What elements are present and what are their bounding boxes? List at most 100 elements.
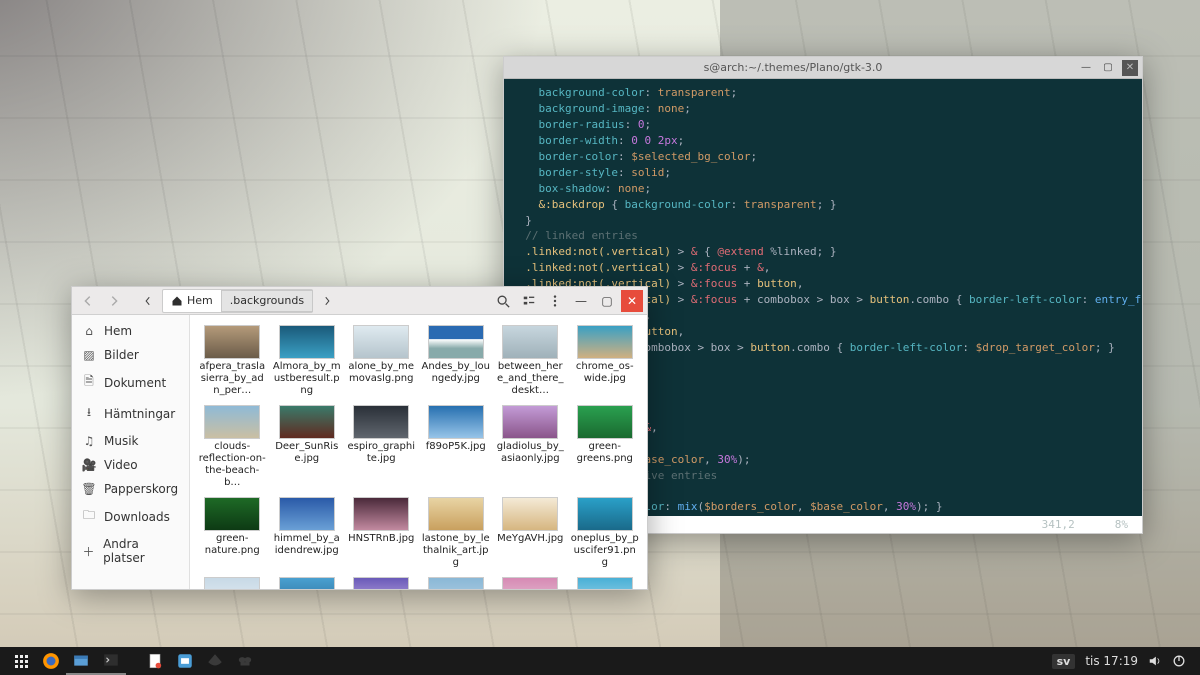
sidebar-item-label: Hämtningar	[104, 407, 175, 421]
sidebar-item-video[interactable]: 🎥Video	[72, 453, 189, 477]
file-name-label: HNSTRnB.jpg	[348, 533, 414, 545]
nav-back-button[interactable]	[76, 289, 100, 313]
sidebar-item-papperskorg[interactable]: 🗑Papperskorg	[72, 477, 189, 501]
power-menu-button[interactable]	[1172, 654, 1186, 668]
sidebar-item-dokument[interactable]: 🗎Dokument	[72, 367, 189, 398]
file-item[interactable]: Almora_by_mustberesult.png	[271, 323, 344, 399]
inkscape-launcher[interactable]	[200, 647, 230, 675]
file-item[interactable]: HNSTRnB.jpg	[345, 495, 418, 571]
app-launcher-1[interactable]	[170, 647, 200, 675]
terminal-icon	[102, 651, 120, 669]
file-item[interactable]: gladiolus_by_asiaonly.jpg	[494, 403, 567, 491]
file-item[interactable]: lastone_by_lethalnik_art.jpg	[420, 495, 493, 571]
file-item[interactable]: alone_by_memovaslg.png	[345, 323, 418, 399]
window-close-button[interactable]: ✕	[1122, 60, 1138, 76]
nav-forward-button[interactable]	[102, 289, 126, 313]
crumb-home[interactable]: Hem	[163, 290, 222, 312]
window-maximize-button[interactable]: ▢	[1100, 60, 1116, 76]
inkscape-icon	[206, 652, 224, 670]
file-item[interactable]: reflection_by_puscifer91.png	[420, 575, 493, 589]
keyboard-layout-indicator[interactable]: sv	[1052, 654, 1076, 669]
home-icon: ⌂	[82, 324, 96, 338]
home-icon	[171, 295, 183, 307]
thumbnail-icon	[279, 325, 335, 359]
image-icon: ▨	[82, 348, 96, 362]
terminal-title: s@arch:~/.themes/Plano/gtk-3.0	[508, 61, 1078, 74]
file-item[interactable]: himmel_by_aidendrew.jpg	[271, 495, 344, 571]
file-item[interactable]: chrome_os-wide.jpg	[569, 323, 642, 399]
thumbnail-icon	[428, 577, 484, 589]
document-icon	[146, 652, 164, 670]
window-minimize-button[interactable]: —	[569, 289, 593, 313]
firefox-launcher[interactable]	[36, 647, 66, 675]
thumbnail-icon	[353, 497, 409, 531]
power-icon	[1172, 654, 1186, 668]
path-forward-button[interactable]	[315, 289, 339, 313]
sidebar-item-label: Andra platser	[103, 537, 179, 565]
text-editor-launcher[interactable]	[140, 647, 170, 675]
thumbnail-icon	[428, 405, 484, 439]
search-icon	[496, 294, 510, 308]
file-name-label: Andes_by_loungedy.jpg	[422, 361, 491, 385]
file-item[interactable]: green-greens.png	[569, 403, 642, 491]
sidebar-item-andra platser[interactable]: ＋ Andra platser	[72, 532, 189, 570]
sidebar-item-hämtningar[interactable]: ⭳ Hämtningar	[72, 398, 189, 429]
terminal-titlebar[interactable]: s@arch:~/.themes/Plano/gtk-3.0 — ▢ ✕	[504, 57, 1142, 79]
file-item[interactable]: Andes_by_loungedy.jpg	[420, 323, 493, 399]
file-item[interactable]: Deer_SunRise.jpg	[271, 403, 344, 491]
sidebar-item-musik[interactable]: ♫Musik	[72, 429, 189, 453]
file-item[interactable]: espiro_graphite.jpg	[345, 403, 418, 491]
window-close-button[interactable]: ✕	[621, 290, 643, 312]
arrow-left-icon	[81, 294, 95, 308]
app-launcher-2[interactable]	[230, 647, 260, 675]
terminal-launcher[interactable]	[96, 647, 126, 675]
thumbnail-icon	[353, 405, 409, 439]
arrow-right-icon	[107, 294, 121, 308]
volume-icon	[1148, 654, 1162, 668]
clock[interactable]: tis 17:19	[1085, 654, 1138, 668]
file-item[interactable]: Over the clouds_by_gieffe22.jpg	[196, 575, 269, 589]
chevron-left-icon	[143, 296, 153, 306]
file-name-label: himmel_by_aidendrew.jpg	[273, 533, 342, 557]
path-back-button[interactable]	[136, 289, 160, 313]
search-button[interactable]	[491, 289, 515, 313]
file-name-label: Deer_SunRise.jpg	[273, 441, 342, 465]
file-item[interactable]: clouds-reflection-on-the-beach-b…	[196, 403, 269, 491]
file-item[interactable]: oneplus_by_puscifer91.png	[569, 495, 642, 571]
file-item[interactable]: roseate_by_asiaonly.jpg	[494, 575, 567, 589]
file-item[interactable]: MeYgAVH.jpg	[494, 495, 567, 571]
thumbnail-icon	[577, 497, 633, 531]
view-mode-button[interactable]	[517, 289, 541, 313]
icon-view[interactable]: afpera_traslasierra_by_adn_per…Almora_by…	[190, 315, 647, 589]
file-item[interactable]: seaside_by_thatonetommy.png	[569, 575, 642, 589]
window-maximize-button[interactable]: ▢	[595, 289, 619, 313]
file-item[interactable]: green-nature.png	[196, 495, 269, 571]
file-item[interactable]: between_here_and_there_deskt…	[494, 323, 567, 399]
sidebar-item-downloads[interactable]: 🗀Downloads	[72, 501, 189, 532]
file-name-label: clouds-reflection-on-the-beach-b…	[198, 441, 267, 489]
crumb-current[interactable]: .backgrounds	[221, 290, 313, 312]
file-item[interactable]: afpera_traslasierra_by_adn_per…	[196, 323, 269, 399]
grid-icon	[15, 655, 28, 668]
file-item[interactable]: prop_my_sky.png	[271, 575, 344, 589]
volume-indicator[interactable]	[1148, 654, 1162, 668]
sidebar-item-label: Downloads	[104, 510, 170, 524]
thumbnail-icon	[577, 577, 633, 589]
file-manager-launcher[interactable]	[66, 647, 96, 675]
applications-menu-button[interactable]	[6, 647, 36, 675]
sidebar-item-hem[interactable]: ⌂Hem	[72, 319, 189, 343]
menu-button[interactable]	[543, 289, 567, 313]
file-item[interactable]: purple_by_asiaonly.jpg	[345, 575, 418, 589]
crumb-label: Hem	[187, 294, 213, 307]
file-name-label: MeYgAVH.jpg	[497, 533, 563, 545]
download-icon: ⭳	[82, 403, 96, 424]
plus-icon: ＋	[82, 543, 95, 560]
file-item[interactable]: f89oP5K.jpg	[420, 403, 493, 491]
file-name-label: green-greens.png	[571, 441, 640, 465]
window-minimize-button[interactable]: —	[1078, 60, 1094, 76]
kebab-icon	[548, 294, 562, 308]
thumbnail-icon	[428, 325, 484, 359]
music-icon: ♫	[82, 434, 96, 448]
sidebar-item-bilder[interactable]: ▨Bilder	[72, 343, 189, 367]
video-icon: 🎥	[82, 458, 96, 472]
